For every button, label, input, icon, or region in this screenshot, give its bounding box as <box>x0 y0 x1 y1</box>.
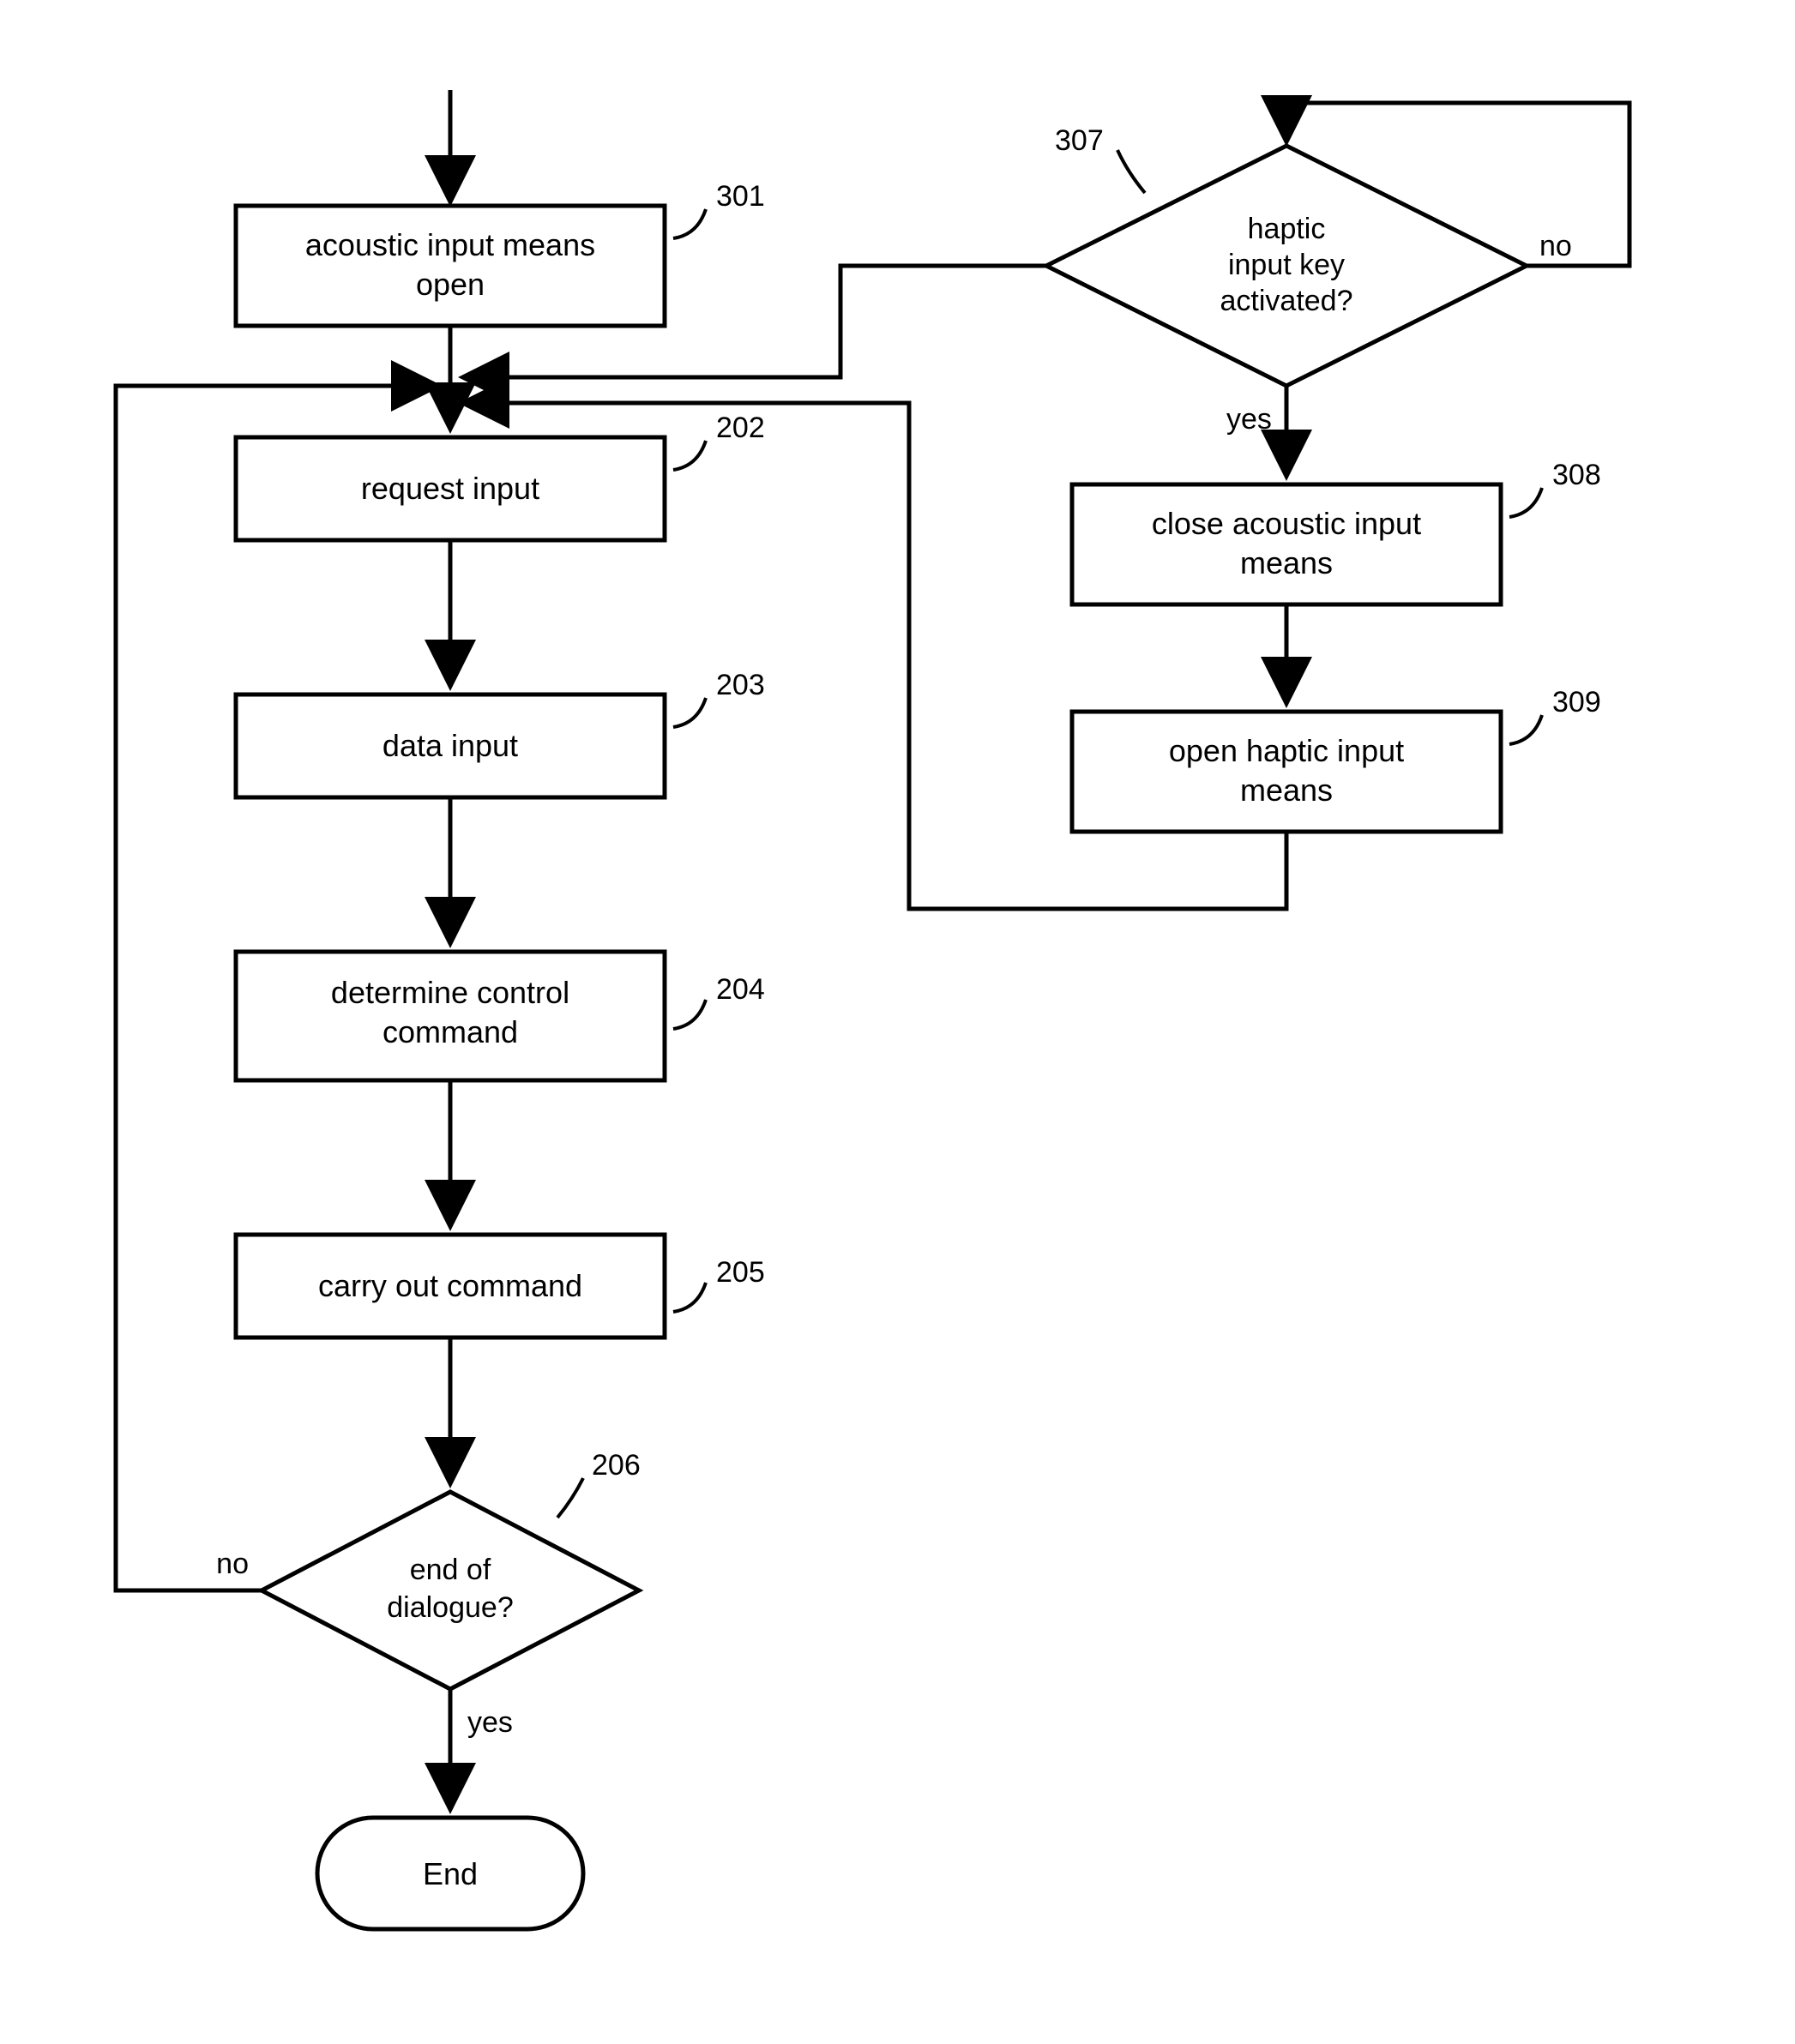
ref-203: 203 <box>673 669 765 727</box>
ref-204: 204 <box>673 973 765 1029</box>
ref-301: 301 <box>673 180 765 238</box>
decision-307-line2: input key <box>1228 249 1345 281</box>
node-data-input: data input <box>236 694 665 797</box>
label-206-no: no <box>216 1548 249 1580</box>
decision-206-line1: end of <box>410 1554 491 1586</box>
decision-haptic-input-key: haptic input key activated? <box>1046 146 1527 386</box>
label-206-yes: yes <box>467 1706 513 1739</box>
node-309-line1: open haptic input <box>1169 733 1404 768</box>
node-308-line2: means <box>1240 545 1333 580</box>
ref-202: 202 <box>673 412 765 470</box>
node-301-line2: open <box>416 267 485 302</box>
svg-text:307: 307 <box>1055 124 1104 157</box>
node-202-line1: request input <box>361 471 539 506</box>
svg-text:203: 203 <box>716 669 765 701</box>
ref-205: 205 <box>673 1256 765 1312</box>
flowchart-canvas: acoustic input means open 301 request in… <box>0 0 1795 2044</box>
svg-text:202: 202 <box>716 412 765 444</box>
node-205-line1: carry out command <box>318 1268 582 1303</box>
node-end: End <box>317 1818 583 1929</box>
node-203-line1: data input <box>382 728 518 763</box>
svg-text:205: 205 <box>716 1256 765 1289</box>
node-308-line1: close acoustic input <box>1152 506 1421 541</box>
label-307-no: no <box>1539 230 1572 262</box>
node-determine-control-command: determine control command <box>236 952 665 1080</box>
ref-206: 206 <box>557 1449 641 1518</box>
node-close-acoustic-input: close acoustic input means <box>1072 484 1501 604</box>
svg-text:308: 308 <box>1552 459 1601 491</box>
ref-307: 307 <box>1055 124 1145 193</box>
node-309-line2: means <box>1240 773 1333 808</box>
node-carry-out-command: carry out command <box>236 1235 665 1338</box>
ref-308: 308 <box>1509 459 1601 517</box>
svg-text:309: 309 <box>1552 686 1601 718</box>
node-301-line1: acoustic input means <box>305 227 595 262</box>
decision-206-line2: dialogue? <box>387 1591 513 1624</box>
svg-text:204: 204 <box>716 973 765 1006</box>
node-request-input: request input <box>236 437 665 540</box>
node-204-line2: command <box>382 1014 518 1049</box>
decision-end-of-dialogue: end of dialogue? <box>262 1492 639 1689</box>
ref-309: 309 <box>1509 686 1601 744</box>
svg-text:206: 206 <box>592 1449 641 1482</box>
svg-text:301: 301 <box>716 180 765 213</box>
node-acoustic-input-open: acoustic input means open <box>236 206 665 326</box>
node-end-label: End <box>423 1856 478 1891</box>
decision-307-line3: activated? <box>1220 285 1353 317</box>
node-204-line1: determine control <box>331 975 569 1010</box>
node-open-haptic-input: open haptic input means <box>1072 712 1501 832</box>
decision-307-line1: haptic <box>1248 213 1326 245</box>
label-307-yes: yes <box>1226 403 1272 436</box>
